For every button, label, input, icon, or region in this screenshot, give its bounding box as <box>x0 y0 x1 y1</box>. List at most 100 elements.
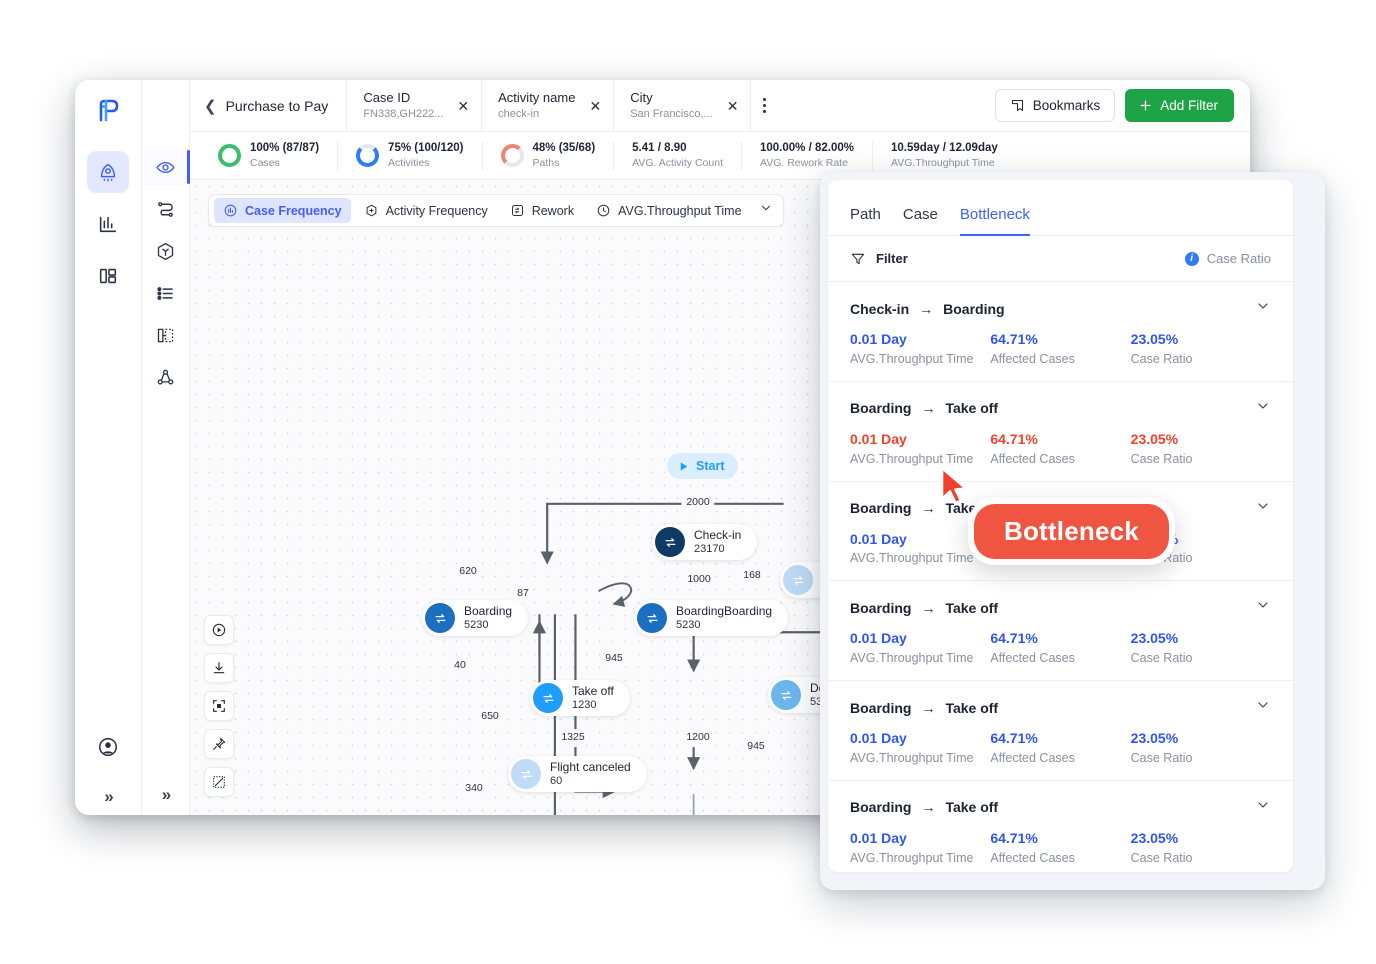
edge-label: 87 <box>512 585 534 603</box>
bottleneck-list: Check-in → Boarding 0.01 Day AVG.Through… <box>828 282 1293 872</box>
app-logo[interactable] <box>75 84 141 136</box>
metric-affected-cases: 64.71% Affected Cases <box>990 630 1130 666</box>
user-account-icon[interactable] <box>97 736 119 763</box>
chevron-down-icon[interactable] <box>1255 597 1271 618</box>
play-animation-button[interactable] <box>204 615 234 645</box>
start-label: Start <box>696 459 725 473</box>
chevron-down-icon[interactable] <box>1255 298 1271 319</box>
secondary-item-list[interactable] <box>144 274 188 312</box>
case-ratio-toggle[interactable]: i Case Ratio <box>1184 251 1271 266</box>
expand-primary-sidebar-button[interactable]: » <box>104 787 114 807</box>
node-name: Take off <box>572 683 614 698</box>
pin-button[interactable] <box>204 729 234 759</box>
metric-affected-cases: 64.71% Affected Cases <box>990 730 1130 766</box>
secondary-item-compare[interactable] <box>144 316 188 354</box>
filter-chip-activity-name[interactable]: Activity name check-in ✕ <box>482 80 615 131</box>
expand-secondary-sidebar-button[interactable]: » <box>162 785 172 805</box>
kpi-label: AVG. Activity Count <box>632 157 723 170</box>
secondary-item-path[interactable] <box>144 190 188 228</box>
case-frequency-icon <box>224 204 237 217</box>
table-row[interactable]: Boarding → Take off 0.01 Day AVG.Through… <box>828 382 1293 482</box>
toolbar-actions: Bookmarks Add Filter <box>994 80 1250 131</box>
node-badge <box>771 680 801 710</box>
node-badge <box>637 603 667 633</box>
tab-case-frequency[interactable]: Case Frequency <box>214 198 351 223</box>
edge-label: 945 <box>600 650 628 668</box>
metric-value: 0.01 Day <box>850 331 907 347</box>
more-options-button[interactable] <box>751 80 778 131</box>
chevron-down-icon[interactable] <box>1255 498 1271 519</box>
row-from: Boarding <box>850 799 912 816</box>
secondary-item-network[interactable] <box>144 358 188 396</box>
breadcrumb-label: Purchase to Pay <box>225 97 329 114</box>
filter-chip-title: Case ID <box>363 89 411 105</box>
secondary-item-eye[interactable] <box>143 148 190 186</box>
secondary-item-cube[interactable] <box>144 232 188 270</box>
filter-chip-case-id[interactable]: Case ID FN338,GH222... ✕ <box>347 80 483 131</box>
close-icon[interactable]: ✕ <box>589 99 601 113</box>
metric-value: 0.01 Day <box>850 630 907 647</box>
fit-screen-button[interactable] <box>204 691 234 721</box>
swap-icon <box>647 613 657 623</box>
edge-label: 340 <box>460 780 488 798</box>
kpi-activity-count: 5.41 / 8.90 AVG. Activity Count <box>613 140 741 171</box>
screenshot-stage: » » ❮ Purchase to Pay Case ID FN338,GH22… <box>0 0 1376 964</box>
table-row[interactable]: Boarding → Take off 0.01 Day AVG.Through… <box>828 581 1293 682</box>
add-filter-button[interactable]: Add Filter <box>1125 89 1234 122</box>
mouse-cursor <box>940 466 968 505</box>
chevron-down-icon[interactable] <box>1255 797 1271 818</box>
bookmarks-label: Bookmarks <box>1032 98 1101 113</box>
kpi-value: 100.00% / 82.00% <box>760 141 854 154</box>
graph-node-take-off[interactable]: Take off 1230 <box>530 680 630 716</box>
bookmarks-button[interactable]: Bookmarks <box>994 89 1116 122</box>
node-badge <box>655 527 685 557</box>
edge-label: 1200 <box>681 729 715 747</box>
tab-avg-throughput-time[interactable]: AVG.Throughput Time <box>587 198 750 223</box>
filter-chip-value: FN338,GH222... <box>363 107 444 120</box>
metric-label: AVG.Throughput Time <box>850 551 974 566</box>
metric-case-ratio: 23.05% Case Ratio <box>1131 431 1271 467</box>
sidebar-item-analytics[interactable] <box>87 203 129 245</box>
metric-label: Affected Cases <box>990 351 1075 366</box>
sidebar-item-rocket[interactable] <box>87 151 129 193</box>
filter-chip-city[interactable]: City San Francisco,... ✕ <box>614 80 752 131</box>
row-from: Check-in <box>850 300 910 317</box>
tab-activity-frequency[interactable]: Activity Frequency <box>355 198 497 223</box>
graph-node-flight-canceled-2[interactable]: Flight canceled 60 <box>508 756 647 792</box>
tab-path[interactable]: Path <box>850 206 881 236</box>
chevron-down-icon[interactable] <box>1255 697 1271 718</box>
graph-node-boarding-2[interactable]: BoardingBoarding 5230 <box>634 600 789 636</box>
swap-icon <box>781 690 791 700</box>
chevron-down-icon[interactable] <box>1255 398 1271 419</box>
kpi-value: 5.41 / 8.90 <box>632 141 687 154</box>
close-icon[interactable]: ✕ <box>727 99 739 113</box>
metric-throughput: 0.01 Day AVG.Throughput Time <box>850 331 990 367</box>
tab-case[interactable]: Case <box>903 206 938 236</box>
secondary-sidebar: » <box>142 80 190 815</box>
tab-label: Rework <box>531 203 575 218</box>
node-badge <box>425 603 455 633</box>
metric-value: 0.01 Day <box>850 829 907 846</box>
graph-metric-toolbar: Case Frequency Activity Frequency Rework… <box>208 194 784 227</box>
node-badge <box>511 759 541 789</box>
node-name: Boarding <box>464 603 513 618</box>
graph-start-node[interactable]: Start <box>667 453 739 479</box>
filter-button[interactable]: Filter <box>850 251 908 267</box>
edge-label: 168 <box>738 567 766 585</box>
metric-case-ratio: 23.05% Case Ratio <box>1131 331 1271 367</box>
tab-rework[interactable]: Rework <box>501 198 583 223</box>
tab-bottleneck[interactable]: Bottleneck <box>959 206 1030 236</box>
download-button[interactable] <box>204 653 234 683</box>
table-row[interactable]: Boarding → Take off 0.01 Day AVG.Through… <box>828 681 1293 781</box>
chevron-down-icon[interactable] <box>755 201 775 220</box>
close-icon[interactable]: ✕ <box>457 99 469 113</box>
metric-label: Case Ratio <box>1130 651 1193 666</box>
sidebar-item-dashboard[interactable] <box>87 255 129 297</box>
graph-node-checkin[interactable]: Check-in 23170 <box>652 524 758 560</box>
breadcrumb-back[interactable]: ❮ Purchase to Pay <box>190 80 348 131</box>
compare-diff-button[interactable] <box>204 767 234 797</box>
table-row[interactable]: Check-in → Boarding 0.01 Day AVG.Through… <box>828 282 1293 382</box>
graph-node-boarding-1[interactable]: Boarding 5230 <box>422 600 529 636</box>
table-row[interactable]: Boarding → Take off 0.01 Day AVG.Through… <box>828 781 1293 872</box>
